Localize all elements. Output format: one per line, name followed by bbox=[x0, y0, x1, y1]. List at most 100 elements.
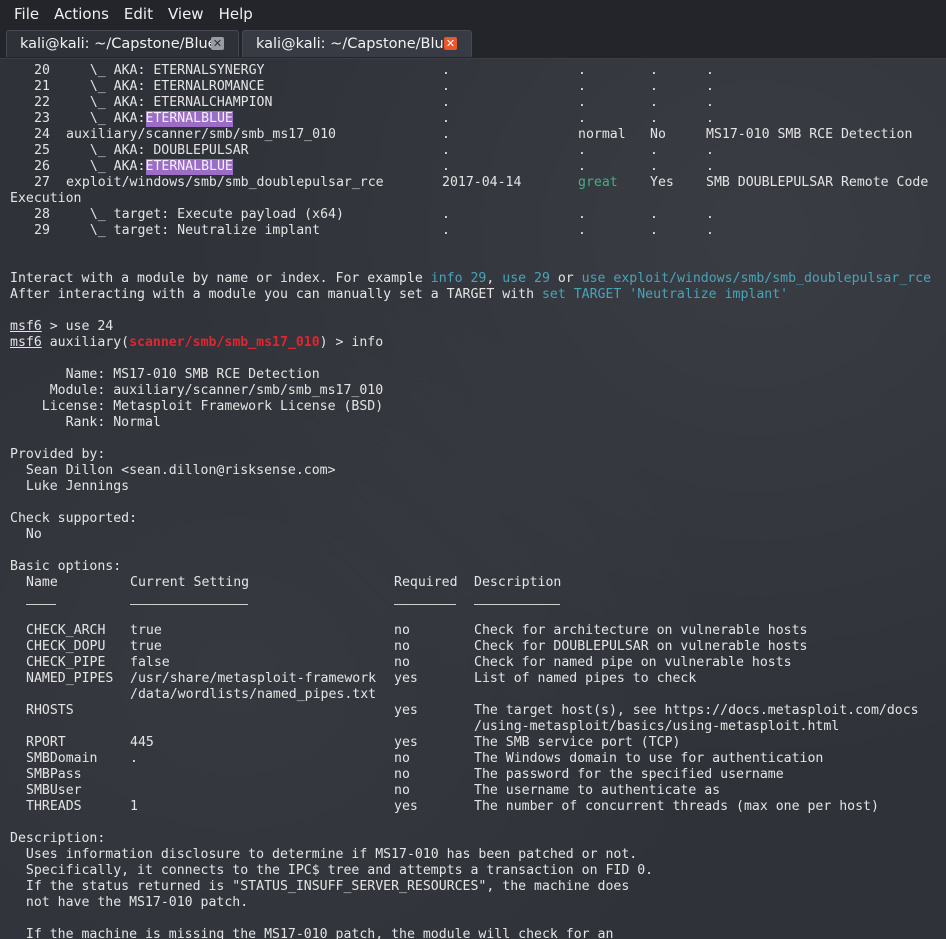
option-name: THREADS bbox=[26, 799, 82, 814]
prompt-prefix: msf6 bbox=[10, 319, 42, 334]
highlighted-match: ETERNALBLUE bbox=[145, 159, 233, 175]
disclosure-date: . bbox=[442, 79, 450, 94]
module-description: . bbox=[706, 95, 714, 110]
option-row: /data/wordlists/named_pipes.txt bbox=[10, 687, 946, 703]
option-row: /using-metasploit/basics/using-metasploi… bbox=[10, 719, 946, 735]
info-text: License: Metasploit Framework License (B… bbox=[10, 399, 384, 414]
option-setting: /usr/share/metasploit-framework bbox=[130, 671, 377, 686]
disclosure-date: . bbox=[442, 63, 450, 78]
options-header-row: Name Current Setting Required Description bbox=[10, 575, 946, 591]
info-field: Name: MS17-010 SMB RCE Detection bbox=[10, 367, 946, 383]
module-description: . bbox=[706, 223, 714, 238]
info-text: Rank: Normal bbox=[10, 415, 161, 430]
option-description: Check for named pipe on vulnerable hosts bbox=[474, 655, 792, 670]
section-heading: Check supported: bbox=[10, 511, 946, 527]
terminal-tab-2[interactable]: kali@kali: ~/Capstone/Blue ✕ bbox=[242, 30, 472, 57]
header-underline bbox=[130, 591, 248, 605]
menu-file[interactable]: File bbox=[0, 5, 47, 23]
menu-edit[interactable]: Edit bbox=[117, 5, 161, 23]
option-row: THREADS 1 yes The number of concurrent thre… bbox=[10, 799, 946, 815]
tab-title: kali@kali: ~/Capstone/Blue bbox=[256, 36, 453, 52]
module-rank: . bbox=[578, 95, 586, 110]
module-rank: . bbox=[578, 79, 586, 94]
check-support: . bbox=[650, 207, 658, 222]
module-description: SMB DOUBLEPULSAR Remote Code bbox=[706, 175, 929, 190]
search-result-row: 26 \_ AKA: ETERNALBLUE.... bbox=[10, 159, 946, 175]
option-setting: . bbox=[130, 751, 138, 766]
option-setting: /data/wordlists/named_pipes.txt bbox=[130, 687, 377, 702]
info-field: Rank: Normal bbox=[10, 415, 946, 431]
option-setting: 1 bbox=[130, 799, 138, 814]
check-support: . bbox=[650, 79, 658, 94]
search-result-row: 21 \_ AKA: ETERNALROMANCE.... bbox=[10, 79, 946, 95]
option-setting: 445 bbox=[130, 735, 154, 750]
highlighted-match: ETERNALBLUE bbox=[145, 111, 233, 127]
disclosure-date: . bbox=[442, 111, 450, 126]
close-tab-icon[interactable]: ✕ bbox=[444, 37, 457, 50]
column-header: Description bbox=[474, 575, 562, 590]
author: Luke Jennings bbox=[10, 479, 130, 494]
module-name: \_ AKA: DOUBLEPULSAR bbox=[66, 143, 249, 158]
row-index: 24 bbox=[34, 127, 50, 142]
module-name: \_ AKA: bbox=[66, 111, 154, 126]
option-description: The username to authenticate as bbox=[474, 783, 721, 798]
module-rank: . bbox=[578, 159, 586, 174]
check-value: No bbox=[10, 527, 946, 543]
module-name: \_ AKA: ETERNALSYNERGY bbox=[66, 63, 265, 78]
module-description: . bbox=[706, 111, 714, 126]
option-required: no bbox=[394, 767, 410, 782]
module-rank: great bbox=[578, 175, 618, 190]
option-row: SMBDomain. no The Windows domain to use fo… bbox=[10, 751, 946, 767]
option-row: SMBUser no The username to authenticate as bbox=[10, 783, 946, 799]
option-name: CHECK_PIPE bbox=[26, 655, 106, 670]
disclosure-date: . bbox=[442, 159, 450, 174]
option-required: yes bbox=[394, 703, 418, 718]
author-line: Sean Dillon <sean.dillon@risksense.com> bbox=[10, 463, 946, 479]
close-tab-icon[interactable]: ✕ bbox=[211, 37, 224, 50]
terminal-output[interactable]: 20 \_ AKA: ETERNALSYNERGY.... 21 \_ AKA: … bbox=[0, 59, 946, 939]
row-index: 28 bbox=[34, 207, 50, 222]
tab-bar: kali@kali: ~/Capstone/Blue ✕ kali@kali: … bbox=[0, 28, 946, 59]
option-row: CHECK_ARCH true no Check for architecture o… bbox=[10, 623, 946, 639]
description-line: If the status returned is "STATUS_INSUFF… bbox=[10, 879, 946, 895]
terminal-tab-1[interactable]: kali@kali: ~/Capstone/Blue ✕ bbox=[6, 30, 239, 57]
author: Sean Dillon <sean.dillon@risksense.com> bbox=[10, 463, 336, 478]
active-module: scanner/smb/smb_ms17_010 bbox=[129, 335, 320, 350]
description-text: If the status returned is "STATUS_INSUFF… bbox=[10, 879, 630, 894]
menu-actions[interactable]: Actions bbox=[47, 5, 117, 23]
module-rank: . bbox=[578, 143, 586, 158]
option-name: RHOSTS bbox=[26, 703, 74, 718]
module-rank: . bbox=[578, 207, 586, 222]
prompt-command: > use 24 bbox=[41, 319, 114, 334]
module-description: . bbox=[706, 143, 714, 158]
row-index: 20 bbox=[34, 63, 50, 78]
option-description: Check for architecture on vulnerable hos… bbox=[474, 623, 808, 638]
module-rank: . bbox=[578, 63, 586, 78]
check-support: . bbox=[650, 159, 658, 174]
module-description: . bbox=[706, 207, 714, 222]
search-result-row: 22 \_ AKA: ETERNALCHAMPION.... bbox=[10, 95, 946, 111]
menu-help[interactable]: Help bbox=[212, 5, 261, 23]
description-line: Specifically, it connects to the IPC$ tr… bbox=[10, 863, 946, 879]
header-underline bbox=[394, 591, 456, 605]
option-row: SMBPass no The password for the specified … bbox=[10, 767, 946, 783]
row-index: 29 bbox=[34, 223, 50, 238]
search-result-row: Execution bbox=[10, 191, 946, 207]
check-support: . bbox=[650, 143, 658, 158]
module-name: \_ target: Execute payload (x64) bbox=[66, 207, 344, 222]
description-line bbox=[10, 911, 946, 927]
module-name: \_ target: Neutralize implant bbox=[66, 223, 321, 238]
row-index: 25 bbox=[34, 143, 50, 158]
description-line: not have the MS17-010 patch. bbox=[10, 895, 946, 911]
option-required: no bbox=[394, 783, 410, 798]
menu-view[interactable]: View bbox=[161, 5, 212, 23]
option-name: CHECK_ARCH bbox=[26, 623, 106, 638]
disclosure-date: . bbox=[442, 127, 450, 142]
option-setting: true bbox=[130, 639, 162, 654]
option-description: List of named pipes to check bbox=[474, 671, 697, 686]
option-description: Check for DOUBLEPULSAR on vulnerable hos… bbox=[474, 639, 808, 654]
option-required: no bbox=[394, 655, 410, 670]
module-name: \_ AKA: ETERNALROMANCE bbox=[66, 79, 265, 94]
option-required: yes bbox=[394, 799, 418, 814]
hint-command: use exploit/windows/smb/smb_doublepulsar… bbox=[581, 271, 932, 286]
